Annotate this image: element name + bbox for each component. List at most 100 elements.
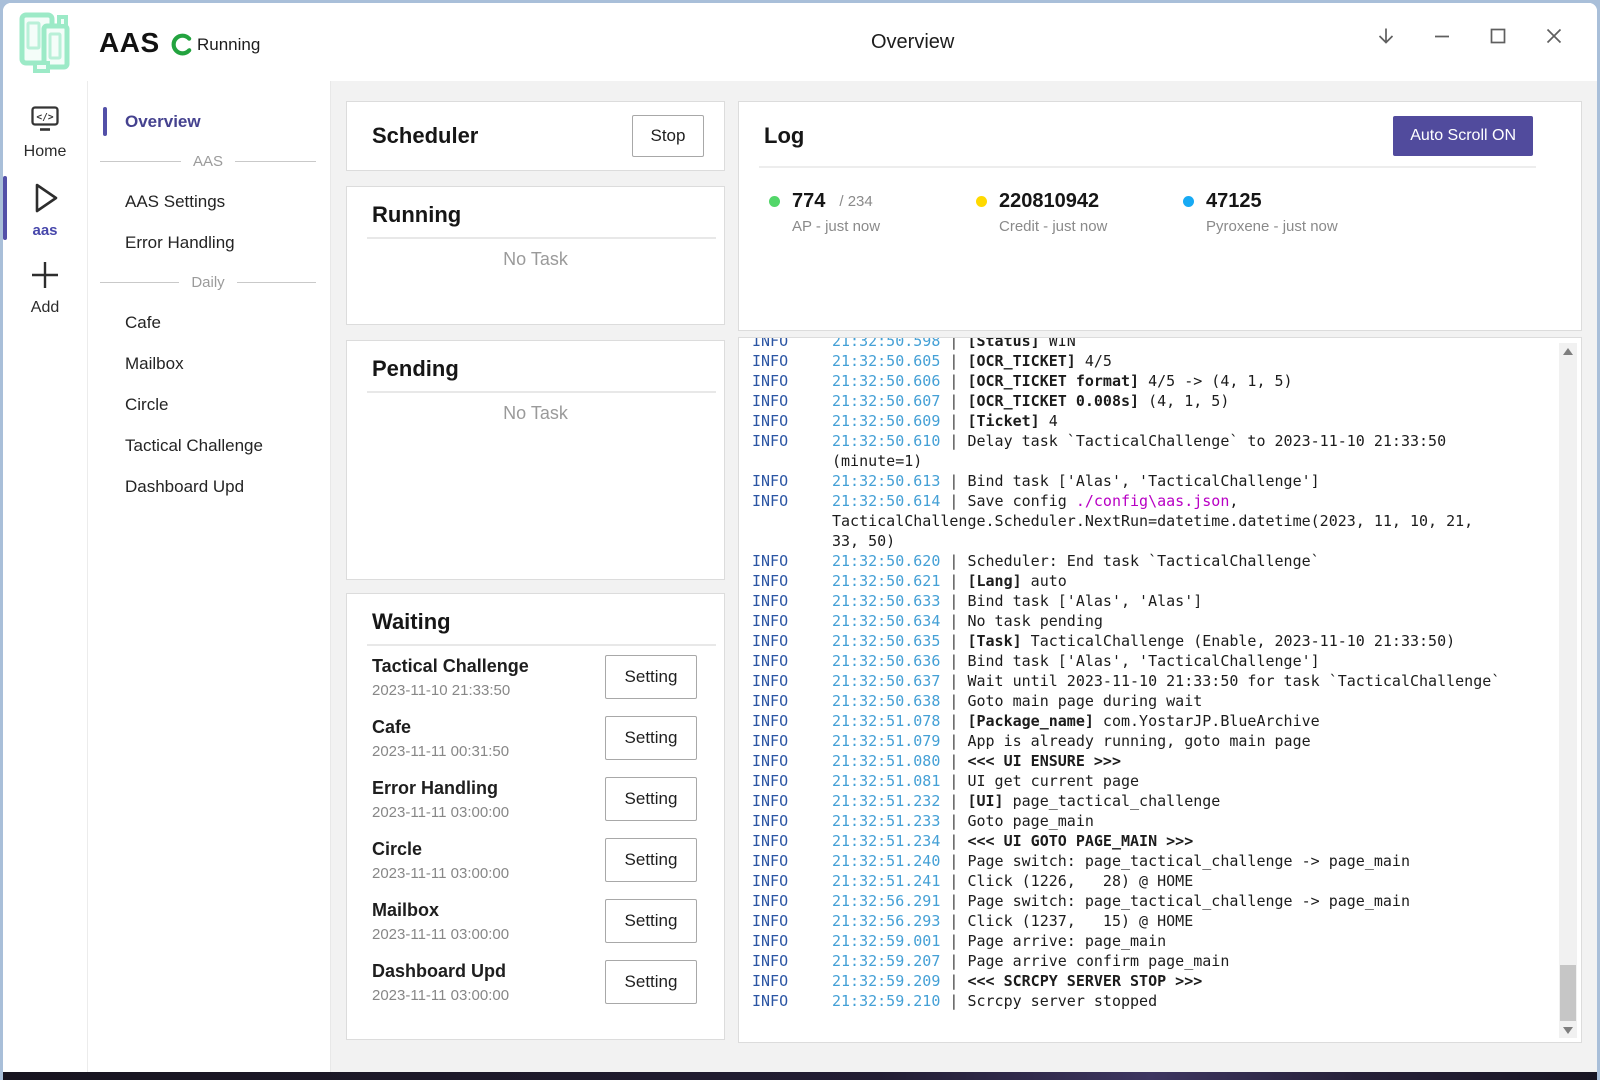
pending-card: Pending No Task bbox=[346, 340, 725, 580]
log-line: INFO21:32:50.634 | No task pending bbox=[752, 611, 1509, 631]
log-time: 21:32:51.233 bbox=[832, 812, 940, 830]
log-separator: | bbox=[940, 572, 967, 590]
stat-value-row: 47125 bbox=[1183, 190, 1390, 213]
sidebar-item-overview[interactable]: Overview bbox=[88, 101, 330, 142]
log-time: 21:32:50.614 bbox=[832, 492, 940, 510]
stat-dot-icon bbox=[976, 196, 987, 207]
log-time: 21:32:50.607 bbox=[832, 392, 940, 410]
task-name: Dashboard Upd bbox=[372, 959, 509, 983]
log-message: 21:32:50.633 | Bind task ['Alas', 'Alas'… bbox=[832, 591, 1509, 611]
log-line: INFO21:32:51.234 | <<< UI GOTO PAGE_MAIN… bbox=[752, 831, 1509, 851]
stat-value: 47125 bbox=[1206, 190, 1262, 213]
log-time: 21:32:50.605 bbox=[832, 352, 940, 370]
log-time: 21:32:51.232 bbox=[832, 792, 940, 810]
plus-icon bbox=[28, 255, 62, 295]
sidebar-item-label: Mailbox bbox=[125, 354, 184, 374]
log-header-row: Log Auto Scroll ON bbox=[739, 102, 1581, 166]
log-level: INFO bbox=[752, 411, 832, 431]
hide-to-tray-button[interactable] bbox=[1369, 19, 1403, 53]
log-level: INFO bbox=[752, 791, 832, 811]
log-line: INFO21:32:50.638 | Goto main page during… bbox=[752, 691, 1509, 711]
sidebar-item-mailbox[interactable]: Mailbox bbox=[88, 343, 330, 384]
log-message: 21:32:59.001 | Page arrive: page_main bbox=[832, 931, 1509, 951]
log-message: 21:32:50.605 | [OCR_TICKET] 4/5 bbox=[832, 351, 1509, 371]
task-setting-button[interactable]: Setting bbox=[605, 838, 697, 882]
log-level: INFO bbox=[752, 371, 832, 391]
task-name: Cafe bbox=[372, 715, 509, 739]
auto-scroll-button[interactable]: Auto Scroll ON bbox=[1393, 116, 1533, 156]
rail-item-add[interactable]: Add bbox=[3, 251, 87, 321]
sidebar-item-circle[interactable]: Circle bbox=[88, 384, 330, 425]
task-setting-button[interactable]: Setting bbox=[605, 655, 697, 699]
log-time: 21:32:51.079 bbox=[832, 732, 940, 750]
log-title: Log bbox=[764, 123, 804, 149]
log-line: INFO21:32:50.606 | [OCR_TICKET format] 4… bbox=[752, 371, 1509, 391]
log-line: INFO21:32:50.614 | Save config ./config\… bbox=[752, 491, 1509, 551]
log-time: 21:32:50.613 bbox=[832, 472, 940, 490]
log-text: Wait until 2023-11-10 21:33:50 for task … bbox=[967, 672, 1500, 690]
log-text: TacticalChallenge (Enable, 2023-11-10 21… bbox=[1022, 632, 1455, 650]
log-time: 21:32:51.081 bbox=[832, 772, 940, 790]
task-name: Mailbox bbox=[372, 898, 509, 922]
divider-line bbox=[237, 282, 316, 283]
scroll-up-icon[interactable] bbox=[1559, 343, 1577, 359]
log-level: INFO bbox=[752, 971, 832, 991]
log-message: 21:32:50.636 | Bind task ['Alas', 'Tacti… bbox=[832, 651, 1509, 671]
running-title: Running bbox=[347, 187, 724, 237]
play-icon bbox=[28, 178, 62, 218]
log-line: INFO21:32:50.607 | [OCR_TICKET 0.008s] (… bbox=[752, 391, 1509, 411]
log-line: INFO21:32:50.635 | [Task] TacticalChalle… bbox=[752, 631, 1509, 651]
minimize-button[interactable] bbox=[1425, 19, 1459, 53]
log-text: (4, 1, 5) bbox=[1139, 392, 1229, 410]
pending-title: Pending bbox=[347, 341, 724, 391]
task-setting-button[interactable]: Setting bbox=[605, 960, 697, 1004]
log-separator: | bbox=[940, 712, 967, 730]
sidebar-item-aas-settings[interactable]: AAS Settings bbox=[88, 181, 330, 222]
rail-item-home[interactable]: </>Home bbox=[3, 95, 87, 165]
stat-value: 220810942 bbox=[999, 190, 1099, 213]
log-level: INFO bbox=[752, 671, 832, 691]
log-text: Scrcpy server stopped bbox=[967, 992, 1157, 1010]
rail-item-label: Add bbox=[31, 299, 59, 317]
log-separator: | bbox=[940, 832, 967, 850]
pending-empty-text: No Task bbox=[347, 403, 724, 424]
sidebar-item-cafe[interactable]: Cafe bbox=[88, 302, 330, 343]
stop-button[interactable]: Stop bbox=[632, 115, 704, 157]
log-time: 21:32:51.078 bbox=[832, 712, 940, 730]
log-time: 21:32:50.638 bbox=[832, 692, 940, 710]
sidebar-item-tactical-challenge[interactable]: Tactical Challenge bbox=[88, 425, 330, 466]
log-scrollbar[interactable] bbox=[1559, 343, 1577, 1038]
close-button[interactable] bbox=[1537, 19, 1571, 53]
log-text: Goto page_main bbox=[967, 812, 1093, 830]
log-separator: | bbox=[940, 612, 967, 630]
stat-label: AP - just now bbox=[792, 218, 976, 235]
task-setting-button[interactable]: Setting bbox=[605, 716, 697, 760]
task-info: Tactical Challenge2023-11-10 21:33:50 bbox=[372, 654, 529, 699]
log-line: INFO21:32:51.078 | [Package_name] com.Yo… bbox=[752, 711, 1509, 731]
log-level: INFO bbox=[752, 431, 832, 471]
sidebar-item-label: Cafe bbox=[125, 313, 161, 333]
log-line: INFO21:32:51.232 | [UI] page_tactical_ch… bbox=[752, 791, 1509, 811]
log-message: 21:32:50.598 | [Status] WIN bbox=[832, 337, 1509, 351]
sidebar-item-label: Dashboard Upd bbox=[125, 477, 244, 497]
arrow-down-icon bbox=[1374, 24, 1398, 48]
sidebar-item-dashboard-upd[interactable]: Dashboard Upd bbox=[88, 466, 330, 507]
rail-item-aas[interactable]: aas bbox=[3, 173, 87, 243]
minimize-icon bbox=[1430, 24, 1454, 48]
log-separator: | bbox=[940, 772, 967, 790]
scroll-down-icon[interactable] bbox=[1559, 1022, 1577, 1038]
close-icon bbox=[1542, 24, 1566, 48]
stat-label: Pyroxene - just now bbox=[1206, 218, 1390, 235]
task-setting-button[interactable]: Setting bbox=[605, 777, 697, 821]
home-icon: </> bbox=[30, 99, 60, 139]
scrollbar-thumb[interactable] bbox=[1560, 965, 1576, 1021]
nav-rail: </>Home aas Add bbox=[3, 81, 88, 1072]
sidebar-item-error-handling[interactable]: Error Handling bbox=[88, 222, 330, 263]
maximize-button[interactable] bbox=[1481, 19, 1515, 53]
log-text: Click (1226, 28) @ HOME bbox=[967, 872, 1193, 890]
task-setting-button[interactable]: Setting bbox=[605, 899, 697, 943]
log-separator: | bbox=[940, 392, 967, 410]
log-text: Page switch: page_tactical_challenge -> … bbox=[967, 852, 1410, 870]
log-time: 21:32:51.240 bbox=[832, 852, 940, 870]
sidebar: OverviewAASAAS SettingsError HandlingDai… bbox=[88, 81, 331, 1072]
